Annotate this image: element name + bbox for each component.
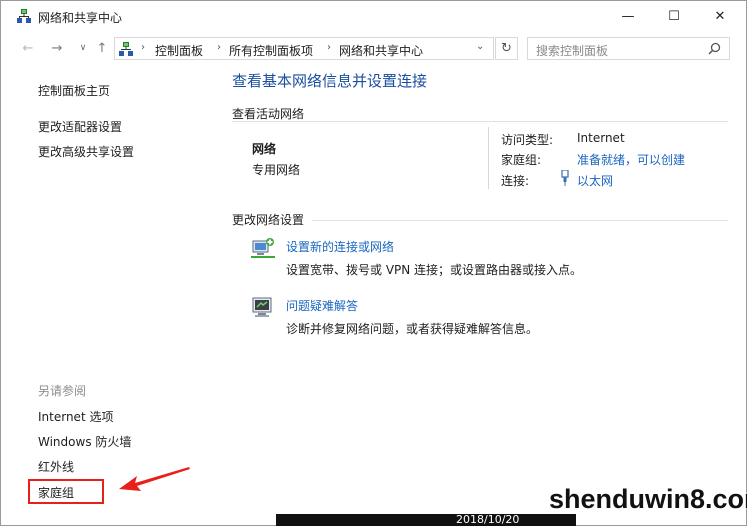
ethernet-icon[interactable] (560, 170, 570, 186)
breadcrumb-separator-icon[interactable]: › (141, 42, 145, 53)
setup-connection-link[interactable]: 设置新的连接或网络 (286, 238, 394, 255)
troubleshoot-description: 诊断并修复网络问题，或者获得疑难解答信息。 (286, 322, 539, 336)
taskbar: 2018/10/20 (276, 513, 576, 526)
forward-button[interactable]: → (48, 39, 66, 57)
window-title: 网络和共享中心 (38, 11, 123, 25)
left-navigation-pane: 控制面板主页 更改适配器设置 更改高级共享设置 另请参阅 Internet 选项… (1, 64, 216, 525)
troubleshoot-link[interactable]: 问题疑难解答 (286, 297, 358, 314)
control-panel-window: 网络和共享中心 — ☐ ✕ ← → ∨ ↑ › 控制面板 › 所有控制面板项 ›… (0, 0, 747, 526)
access-type-value: Internet (577, 131, 625, 145)
maximize-button[interactable]: ☐ (651, 1, 697, 31)
sidebar-item-change-adapter[interactable]: 更改适配器设置 (38, 118, 122, 135)
sidebar-item-internet-options[interactable]: Internet 选项 (38, 408, 113, 425)
sidebar-item-windows-firewall[interactable]: Windows 防火墙 (38, 433, 131, 450)
access-type-label: 访问类型: (501, 133, 554, 147)
troubleshoot-icon (252, 297, 272, 317)
change-settings-header: 更改网络设置 (232, 213, 305, 227)
divider (488, 127, 489, 189)
connections-label: 连接: (501, 174, 530, 188)
divider (232, 121, 728, 122)
refresh-button[interactable]: ↻ (495, 37, 518, 60)
search-placeholder: 搜索控制面板 (536, 44, 609, 58)
sidebar-item-advanced-sharing[interactable]: 更改高级共享设置 (38, 143, 134, 160)
divider (312, 220, 728, 221)
setup-connection-description: 设置宽带、拨号或 VPN 连接；或设置路由器或接入点。 (286, 263, 583, 277)
close-button[interactable]: ✕ (697, 1, 743, 31)
homegroup-link[interactable]: 准备就绪，可以创建 (577, 151, 685, 168)
breadcrumb-separator-icon[interactable]: › (217, 42, 221, 53)
network-name: 网络 (252, 142, 277, 156)
network-type: 专用网络 (252, 163, 301, 177)
taskbar-date: 2018/10/20 (456, 513, 520, 526)
highlight-box (28, 479, 104, 504)
breadcrumb-control-panel[interactable]: 控制面板 (155, 42, 203, 59)
active-networks-header: 查看活动网络 (232, 107, 305, 121)
address-dropdown-icon[interactable]: ⌄ (476, 41, 484, 52)
ethernet-link[interactable]: 以太网 (577, 172, 613, 189)
breadcrumb-network-center[interactable]: 网络和共享中心 (339, 42, 423, 59)
sidebar-item-infrared[interactable]: 红外线 (38, 458, 74, 475)
search-box[interactable]: 搜索控制面板 (527, 37, 730, 60)
main-content: 查看基本网络信息并设置连接 查看活动网络 网络 专用网络 访问类型: Inter… (216, 64, 746, 525)
title-bar: 网络和共享中心 — ☐ ✕ (1, 1, 746, 32)
page-title: 查看基本网络信息并设置连接 (232, 72, 428, 90)
breadcrumb-separator-icon[interactable]: › (327, 42, 331, 53)
up-button[interactable]: ↑ (93, 39, 111, 57)
search-icon[interactable] (708, 42, 721, 55)
breadcrumb-all-items[interactable]: 所有控制面板项 (229, 42, 313, 59)
annotation-arrow-icon (119, 467, 190, 491)
recent-locations-button[interactable]: ∨ (74, 39, 92, 57)
control-panel-icon (119, 42, 133, 56)
network-center-icon (17, 9, 31, 23)
minimize-button[interactable]: — (605, 1, 651, 31)
new-connection-icon (251, 238, 275, 258)
back-button[interactable]: ← (19, 39, 37, 57)
watermark: shenduwin8.com (549, 484, 747, 514)
homegroup-label: 家庭组: (501, 153, 542, 167)
address-bar[interactable]: › 控制面板 › 所有控制面板项 › 网络和共享中心 ⌄ (114, 37, 494, 60)
see-also-header: 另请参阅 (38, 384, 87, 398)
sidebar-item-control-panel-home[interactable]: 控制面板主页 (38, 82, 110, 99)
navigation-bar: ← → ∨ ↑ › 控制面板 › 所有控制面板项 › 网络和共享中心 ⌄ ↻ 搜… (1, 32, 746, 64)
